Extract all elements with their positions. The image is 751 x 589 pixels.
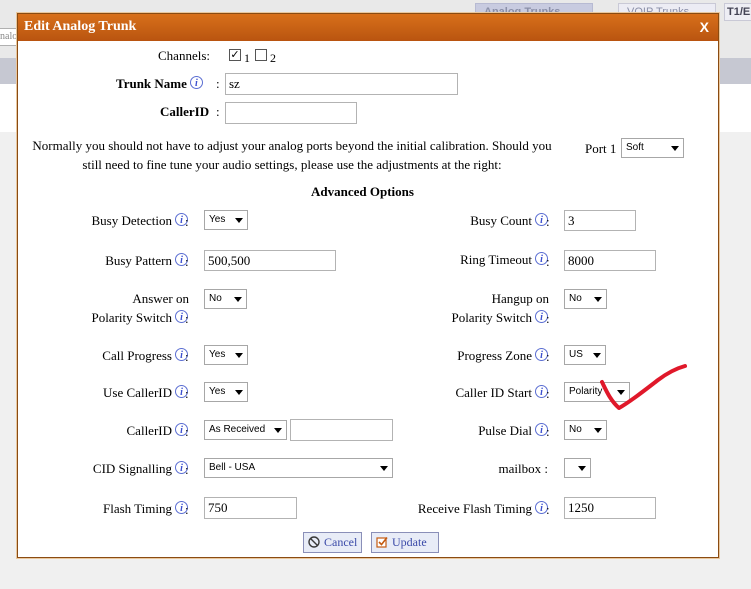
chevron-down-icon xyxy=(594,428,602,433)
ring-timeout-label: Ring Timeout i xyxy=(460,252,548,268)
busy-count-input[interactable]: 3 xyxy=(564,210,636,231)
dialog-titlebar: Edit Analog Trunk X xyxy=(18,14,718,41)
background-tab-t1e1[interactable]: T1/E1 xyxy=(724,3,751,21)
busy-detection-colon: : xyxy=(185,214,189,229)
answer-on-polarity-value: No xyxy=(209,293,222,304)
advanced-options-title: Advanced Options xyxy=(311,184,414,199)
cancel-icon xyxy=(308,536,320,548)
busy-count-colon: : xyxy=(546,214,550,229)
port-select-value: Soft xyxy=(626,142,644,153)
update-icon xyxy=(376,537,388,548)
busy-count-label: Busy Count i xyxy=(470,213,548,229)
busy-pattern-input[interactable]: 500,500 xyxy=(204,250,336,271)
channels-label: Channels: xyxy=(158,48,210,63)
cancel-button-label: Cancel xyxy=(324,535,358,549)
hangup-on-polarity-label-1: Hangup on xyxy=(491,291,549,306)
receive-flash-timing-input[interactable]: 1250 xyxy=(564,497,656,519)
update-button-label: Update xyxy=(392,535,427,549)
hangup-on-polarity-colon: : xyxy=(546,311,550,326)
answer-on-polarity-colon: : xyxy=(185,311,189,326)
use-callerid-select[interactable]: Yes xyxy=(204,382,248,402)
caller-id-start-colon: : xyxy=(546,386,550,401)
chevron-down-icon xyxy=(578,466,586,471)
caller-id-start-label: Caller ID Start i xyxy=(455,385,548,401)
progress-zone-value: US xyxy=(569,349,583,360)
trunk-name-input[interactable]: sz xyxy=(225,73,458,95)
callerid-mode-colon: : xyxy=(185,424,189,439)
annotation-checkmark-icon xyxy=(600,364,687,410)
channel-1-label: 1 xyxy=(244,51,250,65)
channel-2-checkbox[interactable] xyxy=(255,49,267,61)
ring-timeout-input[interactable]: 8000 xyxy=(564,250,656,271)
chevron-down-icon xyxy=(274,428,282,433)
cid-signalling-colon: : xyxy=(185,462,189,477)
calibration-notice: Normally you should not have to adjust y… xyxy=(32,138,552,172)
cid-signalling-select[interactable]: Bell - USA xyxy=(204,458,393,478)
receive-flash-timing-label: Receive Flash Timing i xyxy=(418,501,548,517)
use-callerid-colon: : xyxy=(185,386,189,401)
caller-id-start-value: Polarity xyxy=(569,386,603,397)
flash-timing-input[interactable]: 750 xyxy=(204,497,297,519)
channel-2-label: 2 xyxy=(270,51,276,65)
callerid-mode-label: CallerID i xyxy=(127,423,188,439)
callerid-mode-value: As Received xyxy=(209,424,266,435)
call-progress-select[interactable]: Yes xyxy=(204,345,248,365)
chevron-down-icon xyxy=(380,466,388,471)
pulse-dial-value: No xyxy=(569,424,582,435)
answer-on-polarity-select[interactable]: No xyxy=(204,289,247,309)
port-label: Port 1 xyxy=(585,141,617,156)
chevron-down-icon xyxy=(234,297,242,302)
ring-timeout-colon: : xyxy=(546,254,550,269)
flash-timing-label: Flash Timing i xyxy=(103,501,188,517)
progress-zone-colon: : xyxy=(546,349,550,364)
busy-pattern-colon: : xyxy=(185,254,189,269)
pulse-dial-label: Pulse Dial i xyxy=(478,423,548,439)
chevron-down-icon xyxy=(671,146,679,151)
close-icon[interactable]: X xyxy=(700,19,709,35)
mailbox-select[interactable] xyxy=(564,458,591,478)
answer-on-polarity-label-2: Polarity Switch i xyxy=(91,310,188,326)
callerid-colon: : xyxy=(216,104,220,119)
channel-1-checkbox[interactable]: ✓ xyxy=(229,49,241,61)
port-select[interactable]: Soft xyxy=(621,138,684,158)
mailbox-label: mailbox : xyxy=(498,461,548,476)
cid-signalling-value: Bell - USA xyxy=(209,462,256,473)
call-progress-label: Call Progress i xyxy=(102,348,188,364)
chevron-down-icon xyxy=(235,218,243,223)
busy-pattern-label: Busy Pattern i xyxy=(105,253,188,269)
call-progress-value: Yes xyxy=(209,349,226,360)
chevron-down-icon xyxy=(594,297,602,302)
update-button[interactable]: Update xyxy=(371,532,439,553)
busy-detection-label: Busy Detection i xyxy=(91,213,188,229)
hangup-on-polarity-value: No xyxy=(569,293,582,304)
progress-zone-label: Progress Zone i xyxy=(457,348,548,364)
chevron-down-icon xyxy=(593,353,601,358)
receive-flash-timing-colon: : xyxy=(546,502,550,517)
answer-on-polarity-label-1: Answer on xyxy=(132,291,189,306)
hangup-on-polarity-label-2: Polarity Switch i xyxy=(451,310,548,326)
hangup-on-polarity-select[interactable]: No xyxy=(564,289,607,309)
callerid-mode-text-input[interactable] xyxy=(290,419,393,441)
use-callerid-value: Yes xyxy=(209,386,226,397)
info-icon[interactable]: i xyxy=(189,76,203,89)
dialog-title: Edit Analog Trunk xyxy=(24,19,137,34)
callerid-input[interactable] xyxy=(225,102,357,124)
pulse-dial-colon: : xyxy=(546,424,550,439)
use-callerid-label: Use CallerID i xyxy=(103,385,188,401)
callerid-label: CallerID xyxy=(160,104,210,119)
busy-detection-select[interactable]: Yes xyxy=(204,210,248,230)
cancel-button[interactable]: Cancel xyxy=(303,532,362,553)
call-progress-colon: : xyxy=(185,349,189,364)
trunk-name-label: Trunk Name i xyxy=(116,76,203,92)
edit-analog-trunk-dialog: Edit Analog Trunk X Channels: ✓ 1 2 Trun… xyxy=(17,13,719,558)
busy-detection-value: Yes xyxy=(209,214,226,225)
chevron-down-icon xyxy=(235,353,243,358)
cid-signalling-label: CID Signalling i xyxy=(93,461,188,477)
flash-timing-colon: : xyxy=(185,502,189,517)
callerid-mode-select[interactable]: As Received xyxy=(204,420,287,440)
trunk-name-colon: : xyxy=(216,76,220,91)
background-input-stub: nalo xyxy=(0,28,17,46)
chevron-down-icon xyxy=(235,390,243,395)
